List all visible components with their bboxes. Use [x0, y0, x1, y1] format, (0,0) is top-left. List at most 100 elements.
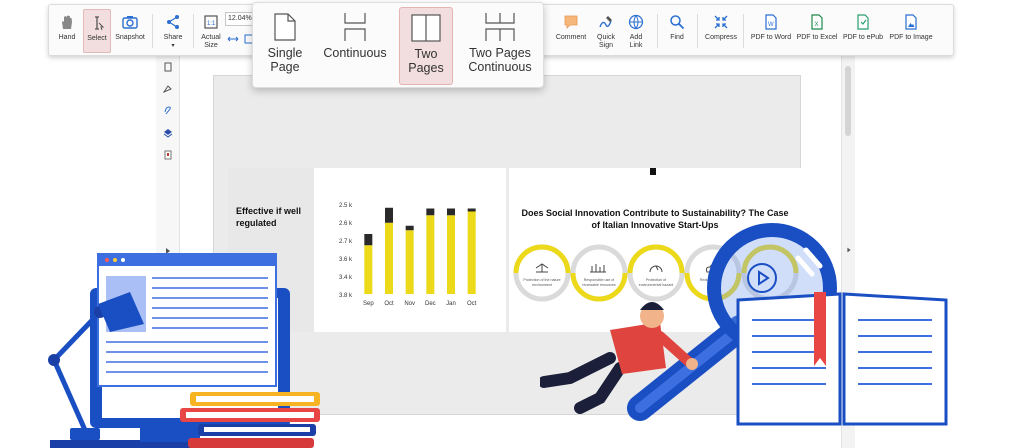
x-tick-label: Oct	[467, 301, 477, 307]
comment-label: Comment	[555, 34, 587, 41]
bar-top	[364, 234, 373, 246]
pdf-to-word-label: PDF to Word	[750, 34, 792, 41]
scrollbar-thumb[interactable]	[845, 66, 851, 136]
bar-base	[467, 211, 476, 294]
comment-button[interactable]: Comment	[553, 9, 589, 53]
excel-file-icon: X	[811, 14, 823, 30]
actual-size-icon: 1:1	[204, 15, 218, 29]
y-tick-label: 2.6 k	[339, 221, 353, 227]
bar-base	[447, 215, 455, 294]
add-link-button[interactable]: Add Link	[623, 9, 649, 53]
quick-sign-button[interactable]: Quick Sign	[591, 9, 621, 53]
snapshot-button[interactable]: Snapshot	[113, 9, 147, 53]
pdf-to-excel-button[interactable]: X PDF to Excel	[795, 9, 839, 53]
two-pages-continuous-icon	[485, 13, 515, 41]
find-label: Find	[670, 34, 684, 41]
single-page-label: Single Page	[267, 46, 303, 74]
search-icon	[670, 15, 685, 30]
actual-size-button[interactable]: 1:1 Actual Size	[197, 9, 225, 53]
find-button[interactable]: Find	[663, 9, 691, 53]
single-page-icon	[274, 13, 296, 41]
single-page-option[interactable]: Single Page	[259, 7, 311, 85]
word-file-icon: W	[765, 14, 777, 30]
pdf-to-epub-label: PDF to ePub	[842, 34, 884, 41]
select-label: Select	[87, 35, 107, 42]
bar-base	[385, 222, 393, 294]
bar-top	[405, 225, 414, 231]
bar-top	[447, 208, 455, 216]
actual-size-label: Actual Size	[201, 34, 221, 49]
svg-text:W: W	[768, 22, 774, 28]
fit-width-icon[interactable]	[227, 33, 239, 45]
page-thumbnail-icon[interactable]	[163, 62, 173, 72]
two-pages-continuous-option[interactable]: Two Pages Continuous	[459, 7, 541, 85]
epub-file-icon	[857, 14, 869, 30]
y-tick-label: 3.8 k	[339, 293, 353, 299]
bar-base	[426, 215, 435, 294]
continuous-label: Continuous	[323, 46, 387, 60]
page-marker	[650, 168, 656, 175]
books-illustration	[180, 392, 320, 448]
pdf-to-word-button[interactable]: W PDF to Word	[749, 9, 793, 53]
hand-label: Hand	[58, 34, 76, 41]
y-tick-label: 2.5 k	[339, 203, 353, 209]
continuous-option[interactable]: Continuous	[317, 7, 393, 85]
continuous-icon	[344, 13, 366, 41]
open-book-illustration	[736, 292, 948, 426]
comment-icon	[564, 15, 578, 29]
view-mode-dropdown: Single Page Continuous Two Pages Two Pag…	[252, 2, 544, 88]
select-tool-button[interactable]: Select	[83, 9, 111, 53]
y-tick-label: 3.4 k	[339, 275, 353, 281]
globe-link-icon	[628, 14, 644, 30]
bar-top	[467, 208, 476, 212]
bar-top	[426, 208, 435, 216]
compress-label: Compress	[705, 34, 737, 41]
two-pages-continuous-label: Two Pages Continuous	[468, 46, 532, 74]
pdf-to-epub-button[interactable]: PDF to ePub	[841, 9, 885, 53]
two-pages-icon	[411, 14, 441, 42]
share-label: Share	[163, 34, 183, 41]
layers-icon[interactable]	[163, 128, 173, 138]
x-tick-label: Nov	[404, 301, 415, 307]
toolbar-separator	[743, 14, 744, 48]
chevron-down-icon: ▾	[171, 43, 175, 49]
x-tick-label: Dec	[425, 301, 436, 307]
toolbar-separator	[152, 14, 153, 48]
two-pages-label: Two Pages	[408, 47, 444, 75]
camera-icon	[122, 16, 138, 29]
bar-top	[385, 207, 393, 223]
pdf-to-excel-label: PDF to Excel	[796, 34, 838, 41]
svg-text:1:1: 1:1	[207, 21, 216, 27]
image-file-icon	[905, 14, 917, 30]
share-icon	[167, 15, 179, 29]
text-cursor-icon	[95, 16, 105, 31]
hand-tool-button[interactable]: Hand	[53, 9, 81, 53]
compress-icon	[714, 15, 728, 29]
bar-base	[364, 245, 373, 294]
bookmark-icon[interactable]	[163, 150, 173, 160]
hand-icon	[62, 15, 72, 29]
attachment-icon[interactable]	[163, 106, 173, 116]
pdf-to-image-label: PDF to Image	[889, 34, 933, 41]
x-tick-label: Oct	[384, 301, 394, 307]
bar-base	[405, 230, 414, 294]
quick-sign-label: Quick Sign	[597, 34, 615, 49]
svg-text:X: X	[815, 22, 819, 28]
toolbar-separator	[193, 14, 194, 48]
slide-heading: Effective if well regulated	[236, 206, 302, 228]
bar-chart: 2.5 k 2.6 k 2.7 k 3.6 k 3.4 k 3.8 k Sep Oct Nov D…	[339, 203, 477, 307]
toolbar-separator	[657, 14, 658, 48]
pdf-to-image-button[interactable]: PDF to Image	[887, 9, 935, 53]
snapshot-label: Snapshot	[115, 34, 145, 41]
two-pages-option[interactable]: Two Pages	[399, 7, 453, 85]
signature-icon[interactable]	[163, 84, 173, 94]
y-tick-label: 2.7 k	[339, 239, 353, 245]
x-tick-label: Sep	[363, 301, 374, 307]
signature-pen-icon	[599, 16, 612, 28]
x-tick-label: Jan	[446, 301, 456, 307]
compress-button[interactable]: Compress	[703, 9, 739, 53]
toolbar-separator	[697, 14, 698, 48]
y-tick-label: 3.6 k	[339, 257, 353, 263]
add-link-label: Add Link	[629, 34, 643, 49]
share-button[interactable]: Share ▾	[157, 9, 189, 53]
